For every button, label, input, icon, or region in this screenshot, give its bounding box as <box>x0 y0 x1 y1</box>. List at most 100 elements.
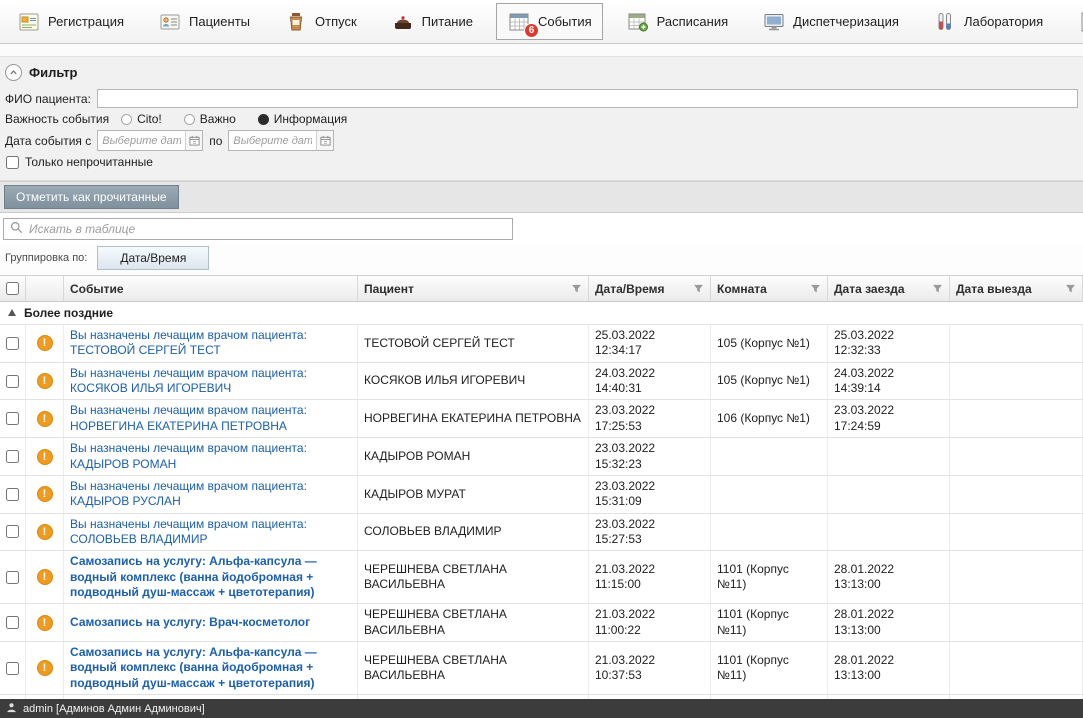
date-to-label: по <box>209 134 222 148</box>
tab-nutrition[interactable]: Питание <box>380 3 484 40</box>
app-window: Регистрация Пациенты Отпуск Питание 6События… <box>0 0 1083 718</box>
radio-label: Информация <box>274 112 347 126</box>
tab-reports[interactable]: Отчёты <box>1066 3 1083 40</box>
column-header-room[interactable]: Комната <box>711 276 828 301</box>
datetime-cell: 24.03.2022 14:40:31 <box>589 363 711 400</box>
patient-name-input[interactable] <box>97 89 1078 108</box>
table-row[interactable]: !Вы назначены лечащим врачом пациента: Н… <box>0 400 1083 438</box>
mark-read-button[interactable]: Отметить как прочитанные <box>4 185 179 209</box>
search-box[interactable] <box>3 218 513 240</box>
row-checkbox[interactable] <box>6 337 19 350</box>
event-link[interactable]: Вы назначены лечащим врачом пациента: КА… <box>70 441 351 472</box>
group-row[interactable]: Более поздние <box>0 302 1083 325</box>
datetime-cell: 23.03.2022 15:31:09 <box>589 476 711 513</box>
datetime-cell: 23.03.2022 17:25:53 <box>589 400 711 437</box>
row-checkbox[interactable] <box>6 412 19 425</box>
date-from-input[interactable] <box>98 135 185 147</box>
tab-patients[interactable]: Пациенты <box>147 3 261 40</box>
column-header-event[interactable]: Событие <box>64 276 358 301</box>
importance-option[interactable]: Cito! <box>121 112 162 126</box>
checkin-date-cell: 24.03.2022 14:39:14 <box>828 363 950 400</box>
table-search-input[interactable] <box>29 222 506 236</box>
table-row[interactable]: !Самозапись на услугу: Альфа-капсула — в… <box>0 551 1083 604</box>
row-checkbox[interactable] <box>6 450 19 463</box>
filter-funnel-icon[interactable] <box>571 283 582 294</box>
column-header-checkout[interactable]: Дата выезда <box>950 276 1083 301</box>
date-to-picker[interactable] <box>228 130 334 151</box>
event-link[interactable]: Вы назначены лечащим врачом пациента: КО… <box>70 366 351 397</box>
checkout-date-cell <box>950 363 1083 400</box>
event-link[interactable]: Самозапись на услугу: Врач-косметолог <box>70 615 310 630</box>
calendar-icon[interactable] <box>316 131 333 150</box>
row-checkbox-cell <box>0 476 26 513</box>
importance-option[interactable]: Информация <box>258 112 347 126</box>
select-all-cell <box>0 276 26 301</box>
table-row[interactable]: ! Вы назначены лечащим врачом пациента: К… <box>0 363 1083 401</box>
table-row[interactable]: !Самозапись на услугу: Врач-косметологЧЕ… <box>0 604 1083 642</box>
search-icon <box>10 221 23 237</box>
tab-dispensing[interactable]: Отпуск <box>273 3 368 40</box>
table-row[interactable]: !Вы назначены лечащим врачом пациента: К… <box>0 476 1083 514</box>
tab-laboratory[interactable]: Лаборатория <box>922 3 1054 40</box>
tab-events[interactable]: 6События <box>496 3 603 40</box>
importance-option[interactable]: Важно <box>184 112 236 126</box>
event-link[interactable]: Самозапись на услугу: Альфа-капсула — во… <box>70 554 351 600</box>
row-checkbox[interactable] <box>6 616 19 629</box>
checkout-date-cell <box>950 325 1083 362</box>
column-header-datetime[interactable]: Дата/Время <box>589 276 711 301</box>
calendar-icon[interactable] <box>185 131 202 150</box>
table-row[interactable]: !Вы назначены лечащим врачом пациента: С… <box>0 514 1083 552</box>
table-row[interactable]: !Самозапись на услугу: Альфа-капсула — в… <box>0 642 1083 695</box>
row-checkbox[interactable] <box>6 375 19 388</box>
datetime-cell: 21.03.2022 11:00:22 <box>589 604 711 641</box>
tab-registration[interactable]: Регистрация <box>6 3 135 40</box>
row-checkbox[interactable] <box>6 662 19 675</box>
event-cell: Вы назначены лечащим врачом пациента: ТЕ… <box>64 325 358 362</box>
event-link[interactable]: Вы назначены лечащим врачом пациента: КА… <box>70 479 351 510</box>
checkout-date-cell <box>950 604 1083 641</box>
table-body: !Вы назначены лечащим врачом пациента: Т… <box>0 325 1083 699</box>
row-importance-cell: ! <box>26 400 64 437</box>
unread-only-label: Только непрочитанные <box>25 155 153 169</box>
event-link[interactable]: Самозапись на услугу: Альфа-капсула — во… <box>70 645 351 691</box>
grouping-row: Группировка по: Дата/Время <box>0 244 1083 275</box>
column-header-patient[interactable]: Пациент <box>358 276 589 301</box>
patient-name-row: ФИО пациента: <box>5 89 1078 108</box>
row-checkbox-cell <box>0 551 26 603</box>
event-cell: Самозапись на услугу: Врач-косметолог <box>64 604 358 641</box>
filter-funnel-icon[interactable] <box>932 283 943 294</box>
importance-warning-icon: ! <box>37 373 53 389</box>
checkout-date-cell <box>950 551 1083 603</box>
row-checkbox[interactable] <box>6 525 19 538</box>
date-from-picker[interactable] <box>97 130 203 151</box>
row-checkbox-cell <box>0 400 26 437</box>
event-link[interactable]: Вы назначены лечащим врачом пациента: ТЕ… <box>70 328 351 359</box>
importance-row: Важность события Cito!ВажноИнформация <box>5 112 1078 126</box>
table-row[interactable]: !Вы назначены лечащим врачом пациента: Т… <box>0 325 1083 363</box>
event-date-row: Дата события с по <box>5 130 1078 151</box>
column-header-checkin[interactable]: Дата заезда <box>828 276 950 301</box>
date-to-input[interactable] <box>229 135 316 147</box>
grouping-chip[interactable]: Дата/Время <box>97 246 209 270</box>
row-importance-cell: ! <box>26 325 64 362</box>
group-expand-icon[interactable] <box>7 306 17 320</box>
radio-icon <box>184 114 195 125</box>
nutrition-icon <box>391 10 415 34</box>
table-row[interactable]: !Вы назначены лечащим врачом пациента: К… <box>0 438 1083 476</box>
unread-only-checkbox[interactable] <box>6 156 19 169</box>
tab-schedules[interactable]: Расписания <box>615 3 739 40</box>
column-title: Дата заезда <box>834 282 905 296</box>
row-checkbox[interactable] <box>6 571 19 584</box>
filter-collapse-button[interactable] <box>5 64 22 81</box>
filter-header: Фильтр <box>5 59 1078 85</box>
importance-warning-icon: ! <box>37 615 53 631</box>
row-checkbox[interactable] <box>6 488 19 501</box>
tab-dispatching[interactable]: Диспетчеризация <box>751 3 910 40</box>
radio-icon <box>121 114 132 125</box>
filter-funnel-icon[interactable] <box>810 283 821 294</box>
filter-funnel-icon[interactable] <box>693 283 704 294</box>
filter-funnel-icon[interactable] <box>1065 283 1076 294</box>
select-all-checkbox[interactable] <box>6 282 19 295</box>
event-link[interactable]: Вы назначены лечащим врачом пациента: НО… <box>70 403 351 434</box>
event-link[interactable]: Вы назначены лечащим врачом пациента: СО… <box>70 517 351 548</box>
